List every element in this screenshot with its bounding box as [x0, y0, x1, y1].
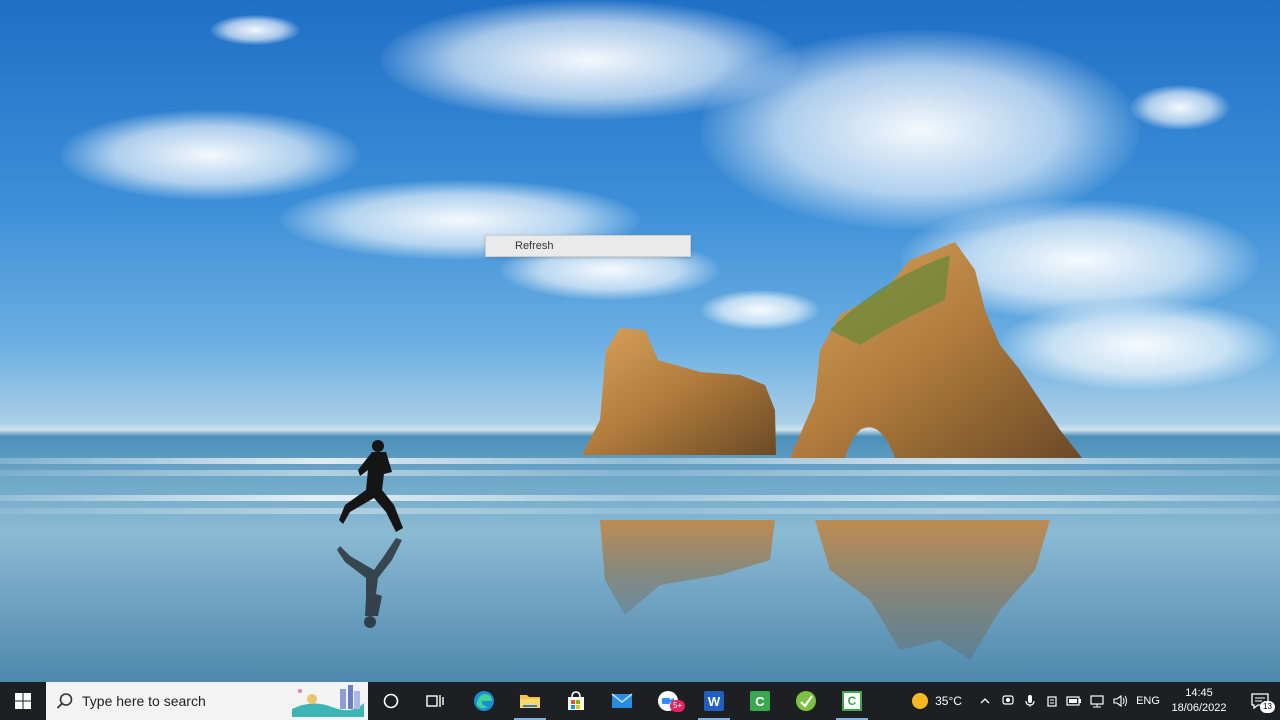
taskbar-app-file-explorer[interactable] — [508, 682, 552, 720]
task-view-icon — [426, 695, 444, 707]
search-input[interactable]: Type here to search — [46, 682, 368, 720]
network-icon — [1090, 695, 1104, 708]
clock[interactable]: 14:45 18/06/2022 — [1160, 682, 1238, 720]
taskbar: Type here to search 5+ W C C 35°C ENG 14… — [0, 682, 1280, 720]
cortana-button[interactable] — [370, 682, 412, 720]
webcam-icon — [1002, 695, 1014, 705]
microphone-icon — [1025, 695, 1035, 707]
weather-widget[interactable]: 35°C — [904, 682, 970, 720]
tray-volume[interactable] — [1110, 682, 1132, 720]
camtasia-recorder-icon-letter: C — [847, 694, 857, 708]
tray-meet-now[interactable] — [998, 682, 1018, 720]
word-icon: W — [704, 691, 724, 711]
mail-icon — [611, 693, 633, 708]
clock-date: 18/06/2022 — [1171, 702, 1227, 714]
task-view-button[interactable] — [414, 682, 456, 720]
taskbar-app-edge[interactable] — [462, 682, 506, 720]
battery-icon — [1066, 696, 1081, 706]
small-rock — [582, 328, 776, 455]
clock-time: 14:45 — [1185, 687, 1213, 699]
taskbar-app-mail[interactable] — [600, 682, 644, 720]
taskbar-app-greenshot[interactable] — [784, 682, 828, 720]
context-menu: Refresh — [485, 235, 691, 257]
camtasia-recorder-icon: C — [842, 691, 862, 711]
start-button[interactable] — [0, 682, 46, 720]
taskbar-app-camtasia-recorder[interactable]: C — [830, 682, 874, 720]
greenshot-icon — [796, 691, 816, 711]
context-menu-item-refresh[interactable]: Refresh — [486, 236, 690, 256]
tray-microphone[interactable] — [1020, 682, 1040, 720]
tray-onedrive[interactable] — [1042, 682, 1062, 720]
sun-icon — [912, 693, 929, 709]
word-icon-letter: W — [707, 693, 721, 709]
taskbar-app-camtasia[interactable]: C — [738, 682, 782, 720]
cortana-circle-icon — [383, 693, 399, 709]
taskbar-app-zoom[interactable]: 5+ — [646, 682, 690, 720]
search-placeholder: Type here to search — [82, 693, 206, 709]
zoom-notification-badge: 5+ — [670, 700, 686, 712]
search-icon — [56, 693, 73, 709]
chevron-up-icon — [980, 698, 990, 704]
camtasia-icon: C — [750, 691, 770, 711]
camtasia-icon-letter: C — [755, 693, 765, 709]
beach-scene — [337, 242, 1082, 660]
search-highlight-illustration — [292, 685, 364, 717]
speaker-icon — [1113, 694, 1127, 708]
edge-icon — [474, 691, 494, 711]
notification-count-badge: 13 — [1260, 701, 1275, 713]
onedrive-icon — [1047, 696, 1057, 707]
weather-temperature: 35°C — [935, 694, 962, 708]
runner-reflection — [337, 538, 402, 628]
tray-network[interactable] — [1086, 682, 1108, 720]
arch-rock-reflection — [815, 520, 1050, 660]
tray-battery[interactable] — [1064, 682, 1084, 720]
show-hidden-icons-button[interactable] — [976, 682, 994, 720]
action-center-button[interactable]: 13 — [1240, 682, 1280, 720]
store-icon — [568, 691, 584, 710]
language-indicator: ENG — [1136, 695, 1160, 707]
windows-logo-icon — [15, 693, 31, 709]
taskbar-app-word[interactable]: W — [692, 682, 736, 720]
taskbar-app-store[interactable] — [554, 682, 598, 720]
runner-silhouette — [339, 440, 403, 532]
tray-language[interactable]: ENG — [1134, 682, 1162, 720]
small-rock-reflection — [600, 520, 775, 615]
folder-icon — [520, 695, 540, 708]
desktop-wallpaper: Refresh — [0, 0, 1280, 682]
